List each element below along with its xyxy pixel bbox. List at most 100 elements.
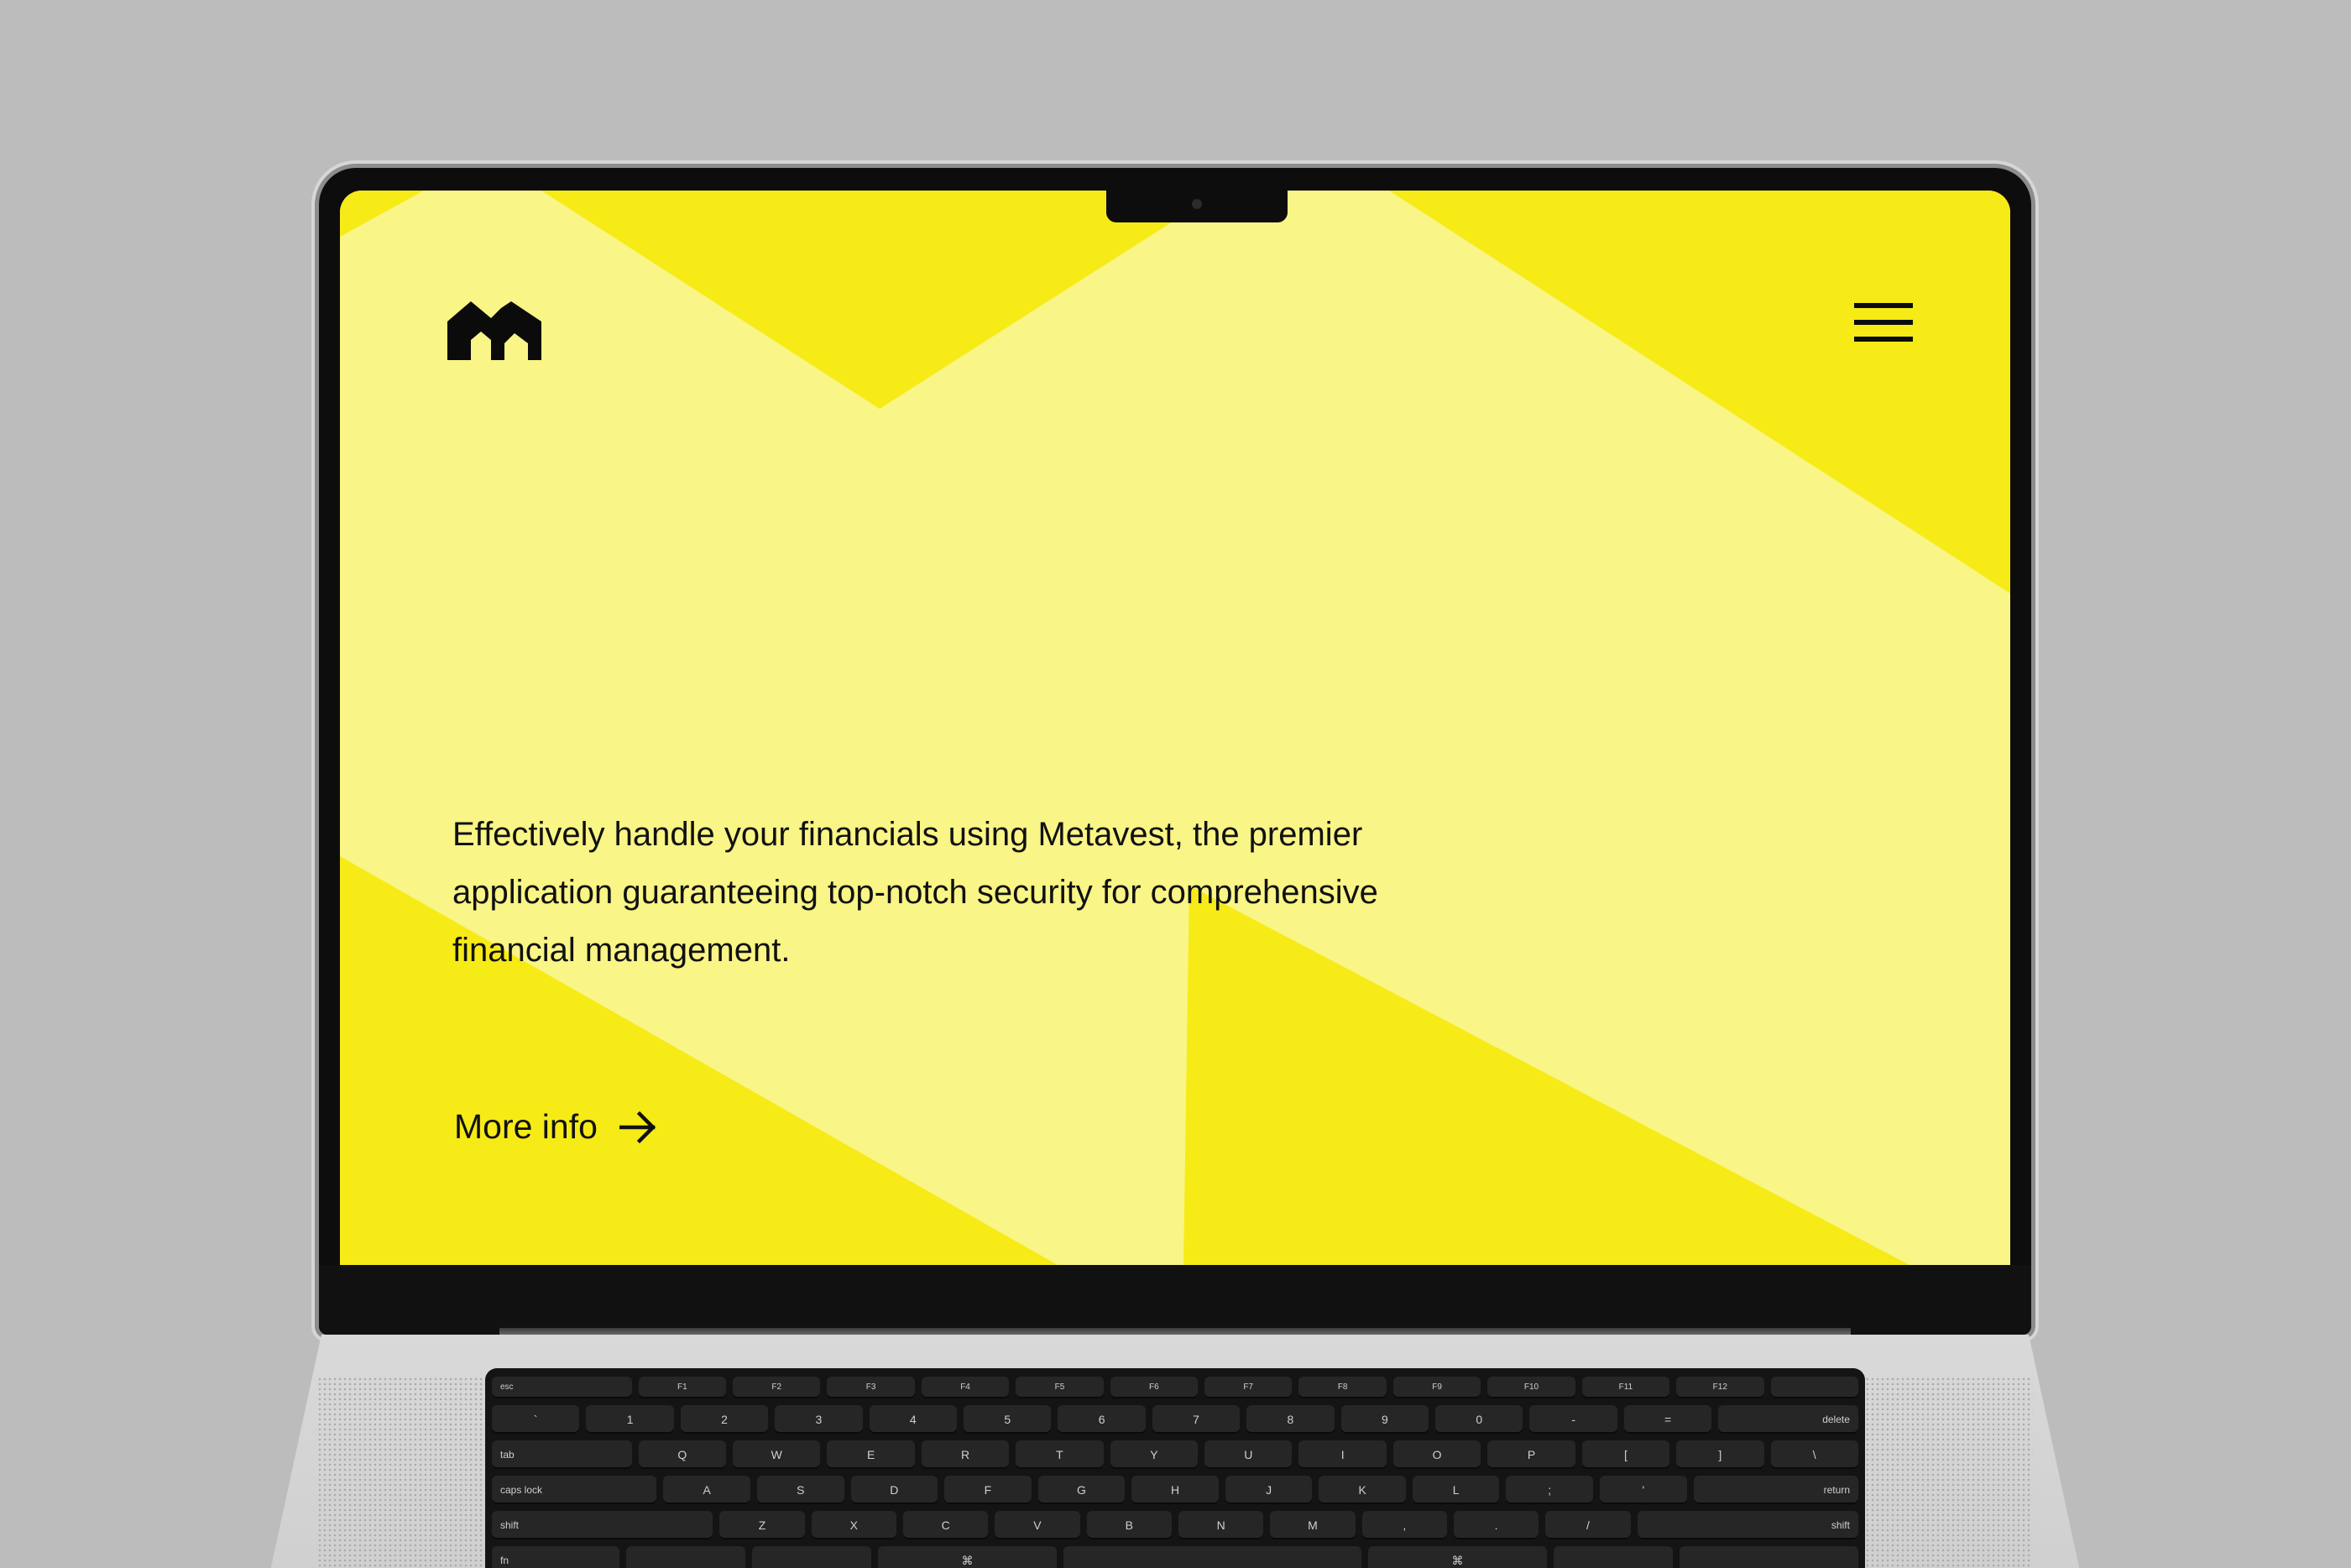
- key: 1: [586, 1405, 674, 1434]
- key: delete: [1718, 1405, 1858, 1434]
- hero-headline: Effectively handle your financials using…: [452, 816, 1378, 969]
- key: Q: [638, 1440, 727, 1469]
- key: [: [1581, 1440, 1670, 1469]
- key: W: [733, 1440, 821, 1469]
- key: F: [944, 1476, 1032, 1504]
- keyboard-row: esc F1 F2 F3 F4 F5 F6 F7 F8 F9 F10 F11 F…: [492, 1377, 1858, 1398]
- keyboard-row: fn ⌘ ⌘: [492, 1546, 1858, 1568]
- key: fn: [492, 1546, 619, 1568]
- key: L: [1412, 1476, 1500, 1504]
- key: J: [1225, 1476, 1313, 1504]
- key: 3: [775, 1405, 863, 1434]
- more-info-link[interactable]: More info: [454, 1107, 656, 1147]
- key: ;: [1506, 1476, 1594, 1504]
- key: T: [1016, 1440, 1104, 1469]
- menu-line: [1854, 337, 1913, 342]
- key: F2: [733, 1377, 821, 1398]
- key: esc: [492, 1377, 632, 1398]
- key: V: [995, 1511, 1080, 1539]
- keyboard-row: tab Q W E R T Y U I O P [ ] \: [492, 1440, 1858, 1469]
- device-mockup: Effectively handle your financials using…: [0, 0, 2351, 1568]
- background-shapes: [340, 191, 2010, 1265]
- key: \: [1770, 1440, 1858, 1469]
- keyboard-row: shift Z X C V B N M , . / shift: [492, 1511, 1858, 1539]
- metavest-m-logo-icon[interactable]: [447, 301, 541, 364]
- keyboard-row: caps lock A S D F G H J K L ; ' return: [492, 1476, 1858, 1504]
- key: F10: [1487, 1377, 1575, 1398]
- bg-shape-top-right: [1389, 191, 2010, 593]
- key: G: [1037, 1476, 1126, 1504]
- key: X: [811, 1511, 896, 1539]
- key: S: [756, 1476, 844, 1504]
- key: Y: [1110, 1440, 1199, 1469]
- key: F5: [1016, 1377, 1104, 1398]
- key: [626, 1546, 745, 1568]
- key: D: [850, 1476, 938, 1504]
- key: .: [1453, 1511, 1539, 1539]
- laptop-screen: Effectively handle your financials using…: [340, 191, 2010, 1265]
- key: ⌘: [1368, 1546, 1547, 1568]
- key: F4: [921, 1377, 1010, 1398]
- key: M: [1270, 1511, 1356, 1539]
- bg-shape-top-left: [340, 191, 424, 237]
- menu-line: [1854, 303, 1913, 308]
- key: ]: [1676, 1440, 1764, 1469]
- key: F11: [1581, 1377, 1670, 1398]
- key: 7: [1152, 1405, 1241, 1434]
- hamburger-menu-icon[interactable]: [1852, 300, 1915, 347]
- key: 0: [1435, 1405, 1523, 1434]
- key: 8: [1246, 1405, 1335, 1434]
- screen-bottom-bezel: [319, 1265, 2031, 1335]
- key: /: [1545, 1511, 1631, 1539]
- key: A: [663, 1476, 750, 1504]
- speaker-grille-left: [317, 1377, 485, 1568]
- key: H: [1131, 1476, 1219, 1504]
- key: shift: [492, 1511, 713, 1539]
- key: ': [1600, 1476, 1687, 1504]
- key: return: [1693, 1476, 1858, 1504]
- key: 5: [964, 1405, 1052, 1434]
- spacebar: [1063, 1546, 1361, 1568]
- key: 6: [1058, 1405, 1146, 1434]
- key: F12: [1676, 1377, 1764, 1398]
- key: [1554, 1546, 1673, 1568]
- key: K: [1319, 1476, 1406, 1504]
- key: F1: [638, 1377, 727, 1398]
- touch-id-key: [1770, 1377, 1858, 1398]
- key: [752, 1546, 871, 1568]
- camera-notch: [1106, 191, 1288, 222]
- key: F6: [1110, 1377, 1199, 1398]
- key: -: [1529, 1405, 1617, 1434]
- key: 9: [1340, 1405, 1429, 1434]
- key: 4: [869, 1405, 958, 1434]
- key: ⌘: [878, 1546, 1057, 1568]
- key: C: [902, 1511, 989, 1539]
- key: Z: [719, 1511, 805, 1539]
- menu-line: [1854, 320, 1913, 325]
- key: shift: [1637, 1511, 1858, 1539]
- key: caps lock: [492, 1476, 657, 1504]
- key: O: [1392, 1440, 1481, 1469]
- key: F3: [827, 1377, 915, 1398]
- key: P: [1487, 1440, 1575, 1469]
- key: F8: [1298, 1377, 1387, 1398]
- keyboard-row: ` 1 2 3 4 5 6 7 8 9 0 - = delete: [492, 1405, 1858, 1434]
- key: I: [1298, 1440, 1387, 1469]
- laptop-lid: Effectively handle your financials using…: [319, 168, 2031, 1335]
- key: F9: [1392, 1377, 1481, 1398]
- key: tab: [492, 1440, 632, 1469]
- key: 2: [680, 1405, 769, 1434]
- keyboard: esc F1 F2 F3 F4 F5 F6 F7 F8 F9 F10 F11 F…: [485, 1368, 1865, 1568]
- key: F7: [1204, 1377, 1293, 1398]
- arrow-right-icon: [619, 1111, 656, 1143]
- key: `: [492, 1405, 580, 1434]
- more-info-label: More info: [454, 1107, 598, 1146]
- speaker-grille-right: [1865, 1377, 2033, 1568]
- key: R: [921, 1440, 1010, 1469]
- key: E: [827, 1440, 915, 1469]
- key: U: [1204, 1440, 1293, 1469]
- bg-shape-top-center: [541, 191, 1221, 409]
- key: =: [1623, 1405, 1712, 1434]
- key: ,: [1361, 1511, 1447, 1539]
- key: B: [1086, 1511, 1172, 1539]
